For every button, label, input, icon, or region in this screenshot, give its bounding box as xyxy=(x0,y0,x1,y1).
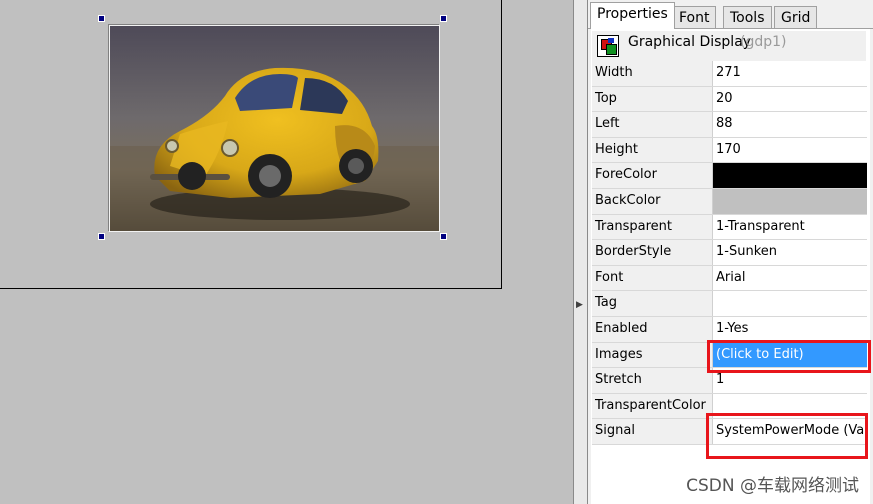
property-name: Stretch xyxy=(592,368,713,393)
property-name: TransparentColor xyxy=(592,393,713,419)
highlight-signal xyxy=(706,413,868,459)
tab-font[interactable]: Font xyxy=(672,6,717,28)
property-row-enabled[interactable]: Enabled 1-Yes xyxy=(592,316,867,343)
property-value[interactable]: 1-Yes xyxy=(713,316,867,342)
property-value[interactable]: 20 xyxy=(713,86,867,112)
property-name: Top xyxy=(592,86,713,112)
graphical-display-control[interactable] xyxy=(109,25,440,232)
property-name: Signal xyxy=(592,419,713,444)
tab-tools[interactable]: Tools xyxy=(723,6,772,28)
property-row-height[interactable]: Height 170 xyxy=(592,137,867,164)
property-name: ForeColor xyxy=(592,163,713,188)
resize-handle-top-right[interactable] xyxy=(440,15,447,22)
forecolor-swatch[interactable] xyxy=(713,163,867,188)
property-value[interactable]: 1-Sunken xyxy=(713,240,867,265)
resize-handle-bottom-left[interactable] xyxy=(98,233,105,240)
object-id: (gdp1) xyxy=(740,34,787,50)
resize-handle-bottom-right[interactable] xyxy=(440,233,447,240)
form-panel[interactable] xyxy=(0,0,502,289)
panel-splitter[interactable]: ▶ xyxy=(573,0,588,504)
tab-strip: Properties Font Tools Grid xyxy=(588,0,873,29)
property-name: Tag xyxy=(592,291,713,316)
collapse-arrow-icon[interactable]: ▶ xyxy=(576,300,583,310)
property-name: Left xyxy=(592,112,713,137)
property-row-borderstyle[interactable]: BorderStyle 1-Sunken xyxy=(592,240,867,266)
property-name: Images xyxy=(592,342,713,368)
property-name: BorderStyle xyxy=(592,240,713,265)
property-row-top[interactable]: Top 20 xyxy=(592,86,867,113)
property-row-tag[interactable]: Tag xyxy=(592,291,867,317)
property-table: Width 271 Top 20 Left 88 Height 170 Fore… xyxy=(592,61,867,445)
property-name: Height xyxy=(592,137,713,163)
property-value[interactable]: Arial xyxy=(713,265,867,291)
property-row-forecolor[interactable]: ForeColor xyxy=(592,163,867,189)
property-name: Transparent xyxy=(592,214,713,240)
property-value[interactable]: 170 xyxy=(713,137,867,163)
tab-grid[interactable]: Grid xyxy=(774,6,818,28)
backcolor-swatch[interactable] xyxy=(713,188,867,214)
property-value[interactable]: 1-Transparent xyxy=(713,214,867,240)
property-row-left[interactable]: Left 88 xyxy=(592,112,867,138)
property-value[interactable]: 88 xyxy=(713,112,867,137)
property-row-transparent[interactable]: Transparent 1-Transparent xyxy=(592,214,867,241)
resize-handle-top-left[interactable] xyxy=(98,15,105,22)
watermark: CSDN @车载网络测试 xyxy=(686,476,859,496)
property-row-font[interactable]: Font Arial xyxy=(592,265,867,292)
property-name: BackColor xyxy=(592,188,713,214)
property-name: Width xyxy=(592,61,713,86)
property-name: Enabled xyxy=(592,316,713,342)
property-value[interactable]: 271 xyxy=(713,61,867,86)
property-value[interactable] xyxy=(713,291,867,316)
car-image xyxy=(110,26,439,231)
graphical-display-icon xyxy=(597,35,619,57)
property-row-backcolor[interactable]: BackColor xyxy=(592,188,867,215)
highlight-images xyxy=(707,340,871,373)
object-selector[interactable]: Graphical Display (gdp1) xyxy=(592,31,866,61)
tab-properties[interactable]: Properties xyxy=(590,2,675,29)
property-row-width[interactable]: Width 271 xyxy=(592,61,867,87)
property-name: Font xyxy=(592,265,713,291)
object-name: Graphical Display xyxy=(628,34,752,50)
design-canvas[interactable] xyxy=(0,0,573,504)
